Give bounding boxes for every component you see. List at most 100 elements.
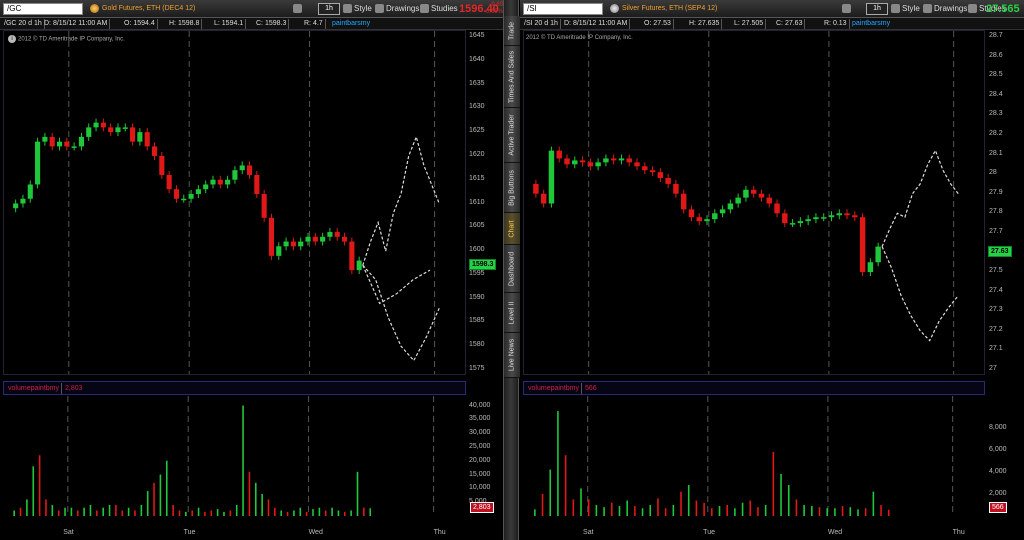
candle [254, 174, 260, 194]
left-price-chart[interactable] [3, 30, 466, 375]
volume-bar [672, 504, 675, 516]
volume-bar [857, 509, 859, 516]
tab-label: Dashboard [508, 251, 516, 286]
candle [758, 193, 765, 198]
volume-bar [223, 511, 225, 516]
silver-icon [610, 3, 619, 13]
volume-bar [134, 510, 136, 516]
right-info-bar: /SI 20 d 1h D: 8/15/12 11:00 AM O: 27.53 H:… [520, 18, 1024, 30]
right-aggregation-button[interactable]: 1h [866, 3, 888, 15]
volume-bar [45, 499, 47, 516]
volume-bar [864, 508, 867, 516]
time-axis-label: Wed [308, 529, 323, 536]
candle [727, 203, 734, 210]
right-info-item[interactable]: paintbarsmy [850, 19, 892, 29]
volume-bar [274, 507, 276, 516]
left-chart-panel: /GC Gold Futures, ETH (DEC4 12) 1h Style… [0, 0, 503, 540]
volume-bar [26, 499, 28, 516]
left-studies-button[interactable]: Studies [420, 3, 458, 15]
left-volume-header: volumepaintbmy 2,803 [3, 381, 466, 395]
candle [859, 217, 866, 273]
tab-times-and-sales[interactable]: Times And Sales [504, 46, 520, 108]
volume-bar [185, 511, 187, 516]
right-volume-header: volumepaintbmy 566 [523, 381, 985, 395]
volume-bar [680, 491, 682, 516]
left-info-item[interactable]: paintbarsmy [330, 19, 372, 29]
volume-bar [254, 482, 257, 516]
candle [122, 127, 128, 129]
candle [225, 179, 231, 185]
volume-bar [818, 507, 821, 516]
volume-bar [363, 507, 365, 516]
volume-bar [549, 469, 552, 516]
tab-dashboard[interactable]: Dashboard [504, 245, 520, 293]
candle [642, 166, 648, 171]
candle [305, 236, 311, 242]
right-price-chart[interactable] [523, 30, 985, 375]
tab-label: Times And Sales [508, 50, 516, 103]
candle [634, 162, 640, 167]
right-symbol-input[interactable]: /SI [523, 3, 603, 15]
volume-bar [649, 504, 652, 516]
tab-trade[interactable]: Trade [504, 16, 520, 46]
left-link-icon[interactable] [293, 3, 304, 15]
volume-bar [280, 510, 283, 516]
volume-bar [595, 504, 598, 516]
left-style-label: Style [354, 4, 372, 13]
style-icon [891, 4, 900, 14]
left-volume-chart[interactable] [3, 396, 466, 516]
tab-big-buttons[interactable]: Big Buttons [504, 163, 520, 213]
tab-chart[interactable]: Chart [504, 213, 520, 245]
right-info-item: H: 27.635 [687, 19, 723, 29]
left-drawings-button[interactable]: Drawings [375, 3, 419, 15]
candle [42, 136, 48, 142]
left-symbol-input[interactable]: /GC [3, 3, 83, 15]
candle [680, 193, 687, 210]
right-style-label: Style [902, 4, 920, 13]
right-description: Silver Futures, ETH (SEP4 12) [610, 3, 717, 15]
volume-bar [687, 485, 690, 516]
candle [188, 193, 194, 199]
volume-axis-label: 2,000 [989, 489, 1007, 497]
left-style-button[interactable]: Style [343, 3, 372, 15]
right-link-icon[interactable] [842, 3, 853, 15]
tab-level-ii[interactable]: Level II [504, 293, 520, 333]
volume-bar [96, 510, 98, 516]
right-style-button[interactable]: Style [891, 3, 920, 15]
time-axis-label: Thu [433, 529, 446, 536]
volume-bar [140, 504, 143, 516]
candle [789, 223, 796, 225]
volume-bar [210, 510, 213, 516]
volume-bar [235, 504, 238, 516]
left-aggregation-button[interactable]: 1h [318, 3, 340, 15]
right-info-item: R: 0.13 [822, 19, 850, 29]
candle [181, 198, 187, 201]
price-axis-label: 28.5 [989, 71, 1003, 79]
volume-bar [695, 500, 698, 516]
right-info-item: /SI 20 d 1h [522, 19, 561, 29]
price-axis-label: 27.9 [989, 188, 1003, 196]
volume-bar [711, 508, 713, 516]
right-description-text: Silver Futures, ETH (SEP4 12) [622, 5, 718, 12]
price-axis-label: 1590 [469, 293, 485, 301]
right-drawings-label: Drawings [934, 4, 968, 13]
price-axis-label: 1640 [469, 55, 485, 63]
price-axis-label: 1645 [469, 32, 485, 39]
volume-bar [299, 507, 302, 516]
candle [743, 189, 749, 198]
price-axis-label: 1605 [469, 222, 485, 230]
right-price-tag: 27.63 [988, 246, 1012, 257]
volume-bar [618, 506, 621, 516]
right-chart-panel: /SI Silver Futures, ETH (SEP4 12) 1h Sty… [520, 0, 1024, 540]
tab-label: Chart [508, 219, 516, 238]
candle [268, 217, 275, 256]
right-drawings-button[interactable]: Drawings [923, 3, 967, 15]
candle [78, 136, 84, 147]
tab-live-news[interactable]: Live News [504, 333, 520, 378]
tab-active-trader[interactable]: Active Trader [504, 108, 520, 163]
projection-lower-alt [362, 265, 431, 305]
volume-bar [293, 510, 295, 516]
left-studies-label: Studies [431, 4, 458, 13]
left-info-item: H: 1598.8 [167, 19, 203, 29]
right-volume-chart[interactable] [523, 396, 985, 516]
